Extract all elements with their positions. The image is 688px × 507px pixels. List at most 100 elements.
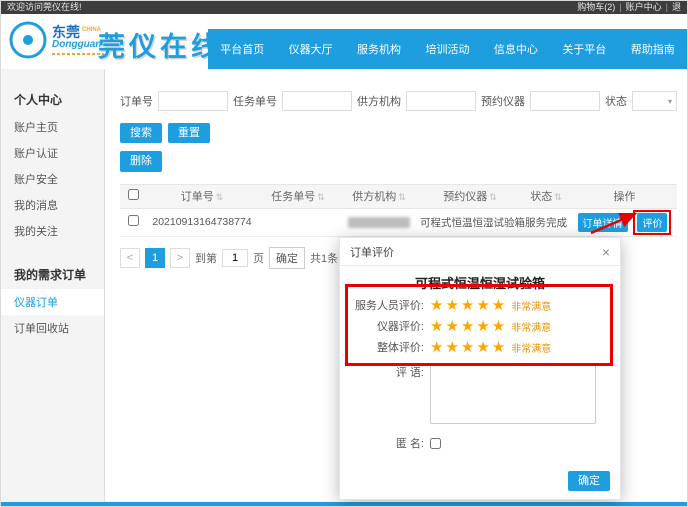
supplier-input[interactable] [406, 91, 476, 111]
rating-text: 非常满意 [511, 298, 551, 313]
total-count-label: 共1条 [310, 250, 338, 266]
nav-item-service-orgs[interactable]: 服务机构 [345, 41, 413, 57]
logo-text-cn: 东莞 [52, 25, 80, 40]
cell-task-no [258, 208, 338, 236]
sidebar-item-account-home[interactable]: 账户主页 [1, 114, 104, 140]
cell-actions: 订单详情 评价 [572, 208, 677, 236]
modal-header-title: 订单评价 [350, 244, 394, 260]
cell-instrument: 可程式恒温恒湿试验箱 [420, 208, 520, 236]
row-checkbox[interactable] [128, 215, 139, 226]
table-row: 20210913164738774 可程式恒温恒湿试验箱 服务完成 订单详情 评… [120, 208, 677, 236]
table-header-row: 订单号⇅ 任务单号⇅ 供方机构⇅ 预约仪器⇅ 状态⇅ 操作 [120, 184, 677, 208]
sort-icon[interactable]: ⇅ [489, 192, 497, 202]
filter-actions: 搜索 重置 [120, 123, 677, 143]
main-nav: 平台首页 仪器大厅 服务机构 培训活动 信息中心 关于平台 帮助指南 [208, 29, 687, 69]
overall-rating-row: 整体评价: ★★★★★ 非常满意 [340, 339, 620, 355]
nav-item-info-center[interactable]: 信息中心 [482, 41, 550, 57]
close-icon[interactable]: × [602, 245, 610, 259]
instrument-input[interactable] [530, 91, 600, 111]
col-status[interactable]: 状态⇅ [520, 184, 572, 208]
nav-item-about[interactable]: 关于平台 [550, 41, 618, 57]
modal-instrument-title: 可程式恒温恒湿试验箱 [340, 273, 620, 292]
current-page-button[interactable]: 1 [145, 248, 165, 268]
task-no-label: 任务单号 [233, 93, 277, 109]
task-no-input[interactable] [282, 91, 352, 111]
reset-button[interactable]: 重置 [168, 123, 210, 143]
cell-status: 服务完成 [520, 208, 572, 236]
star-rating[interactable]: ★★★★★ [430, 298, 507, 313]
select-all-checkbox[interactable] [128, 189, 139, 200]
sort-icon[interactable]: ⇅ [398, 192, 406, 202]
prev-page-button[interactable]: < [120, 248, 140, 268]
topbar: 欢迎访问莞仪在线! 购物车(2) | 账户中心 | 退 [1, 1, 687, 14]
logo-text-en: Dongguan [52, 40, 104, 51]
header: 东莞 CHINA Dongguan 莞仪在线 平台首页 仪器大厅 服务机构 培训… [1, 14, 687, 69]
sidebar-item-account-verify[interactable]: 账户认证 [1, 140, 104, 166]
col-instrument[interactable]: 预约仪器⇅ [420, 184, 520, 208]
select-all-cell [120, 184, 146, 208]
sidebar-section-personal: 个人中心 [1, 85, 104, 114]
star-rating[interactable]: ★★★★★ [430, 319, 507, 334]
rate-button[interactable]: 评价 [637, 213, 667, 232]
nav-item-instrument-hall[interactable]: 仪器大厅 [276, 41, 344, 57]
nav-item-help[interactable]: 帮助指南 [619, 41, 687, 57]
status-select[interactable]: ▾ [632, 91, 677, 111]
separator: | [619, 1, 621, 14]
orders-table: 订单号⇅ 任务单号⇅ 供方机构⇅ 预约仪器⇅ 状态⇅ 操作 2021091316… [120, 184, 677, 237]
col-task-no[interactable]: 任务单号⇅ [258, 184, 338, 208]
next-page-button[interactable]: > [170, 248, 190, 268]
logo-emblem-icon [9, 21, 47, 59]
page-word-label: 页 [253, 250, 264, 266]
delete-button[interactable]: 删除 [120, 151, 162, 171]
status-label: 状态 [605, 93, 627, 109]
star-rating[interactable]: ★★★★★ [430, 340, 507, 355]
separator: | [666, 1, 668, 14]
comment-label: 评 语: [340, 364, 424, 424]
sidebar-item-account-security[interactable]: 账户安全 [1, 166, 104, 192]
cell-supplier [338, 208, 420, 236]
nav-item-training[interactable]: 培训活动 [413, 41, 481, 57]
site-logo: 东莞 CHINA Dongguan [9, 21, 104, 59]
page-jump-confirm-button[interactable]: 确定 [269, 247, 305, 269]
welcome-text: 欢迎访问莞仪在线! [7, 1, 82, 14]
modal-header: 订单评价 × [340, 238, 620, 266]
anonymous-row: 匿 名: [340, 435, 620, 451]
logout-link[interactable]: 退 [672, 1, 681, 14]
site-title: 莞仪在线 [98, 25, 222, 64]
anonymous-checkbox[interactable] [430, 438, 441, 449]
sidebar: 个人中心 账户主页 账户认证 账户安全 我的消息 我的关注 我的需求订单 仪器订… [1, 69, 105, 504]
filter-bar: 订单号 任务单号 供方机构 预约仪器 状态 ▾ [120, 91, 677, 111]
search-button[interactable]: 搜索 [120, 123, 162, 143]
order-rating-modal: 订单评价 × 可程式恒温恒湿试验箱 服务人员评价: ★★★★★ 非常满意 仪器评… [339, 237, 621, 500]
modal-confirm-button[interactable]: 确定 [568, 471, 610, 491]
col-supplier[interactable]: 供方机构⇅ [338, 184, 420, 208]
comment-row: 评 语: [340, 364, 620, 424]
overall-rating-label: 整体评价: [340, 339, 424, 355]
col-order-no[interactable]: 订单号⇅ [146, 184, 258, 208]
service-staff-rating-label: 服务人员评价: [340, 297, 424, 313]
cell-order-no: 20210913164738774 [146, 208, 258, 236]
page-jump-input[interactable] [222, 249, 248, 267]
anonymous-label: 匿 名: [340, 435, 424, 451]
redacted-supplier [348, 217, 410, 228]
service-staff-rating-row: 服务人员评价: ★★★★★ 非常满意 [340, 297, 620, 313]
sort-icon[interactable]: ⇅ [317, 192, 325, 202]
nav-item-home[interactable]: 平台首页 [208, 41, 276, 57]
sort-icon[interactable]: ⇅ [216, 192, 224, 202]
sidebar-item-order-recycle-bin[interactable]: 订单回收站 [1, 315, 104, 341]
order-no-input[interactable] [158, 91, 228, 111]
comment-textarea[interactable] [430, 364, 596, 424]
sort-icon[interactable]: ⇅ [554, 192, 562, 202]
cart-link[interactable]: 购物车(2) [577, 1, 615, 14]
order-detail-button[interactable]: 订单详情 [578, 213, 628, 232]
sidebar-item-instrument-orders[interactable]: 仪器订单 [1, 289, 104, 315]
chevron-down-icon: ▾ [668, 97, 672, 106]
rating-text: 非常满意 [511, 340, 551, 355]
sidebar-item-follows[interactable]: 我的关注 [1, 218, 104, 244]
col-actions: 操作 [572, 184, 677, 208]
annotation-box-rate: 评价 [633, 210, 671, 235]
account-center-link[interactable]: 账户中心 [626, 1, 662, 14]
instrument-rating-label: 仪器评价: [340, 318, 424, 334]
order-no-label: 订单号 [120, 93, 153, 109]
sidebar-item-messages[interactable]: 我的消息 [1, 192, 104, 218]
